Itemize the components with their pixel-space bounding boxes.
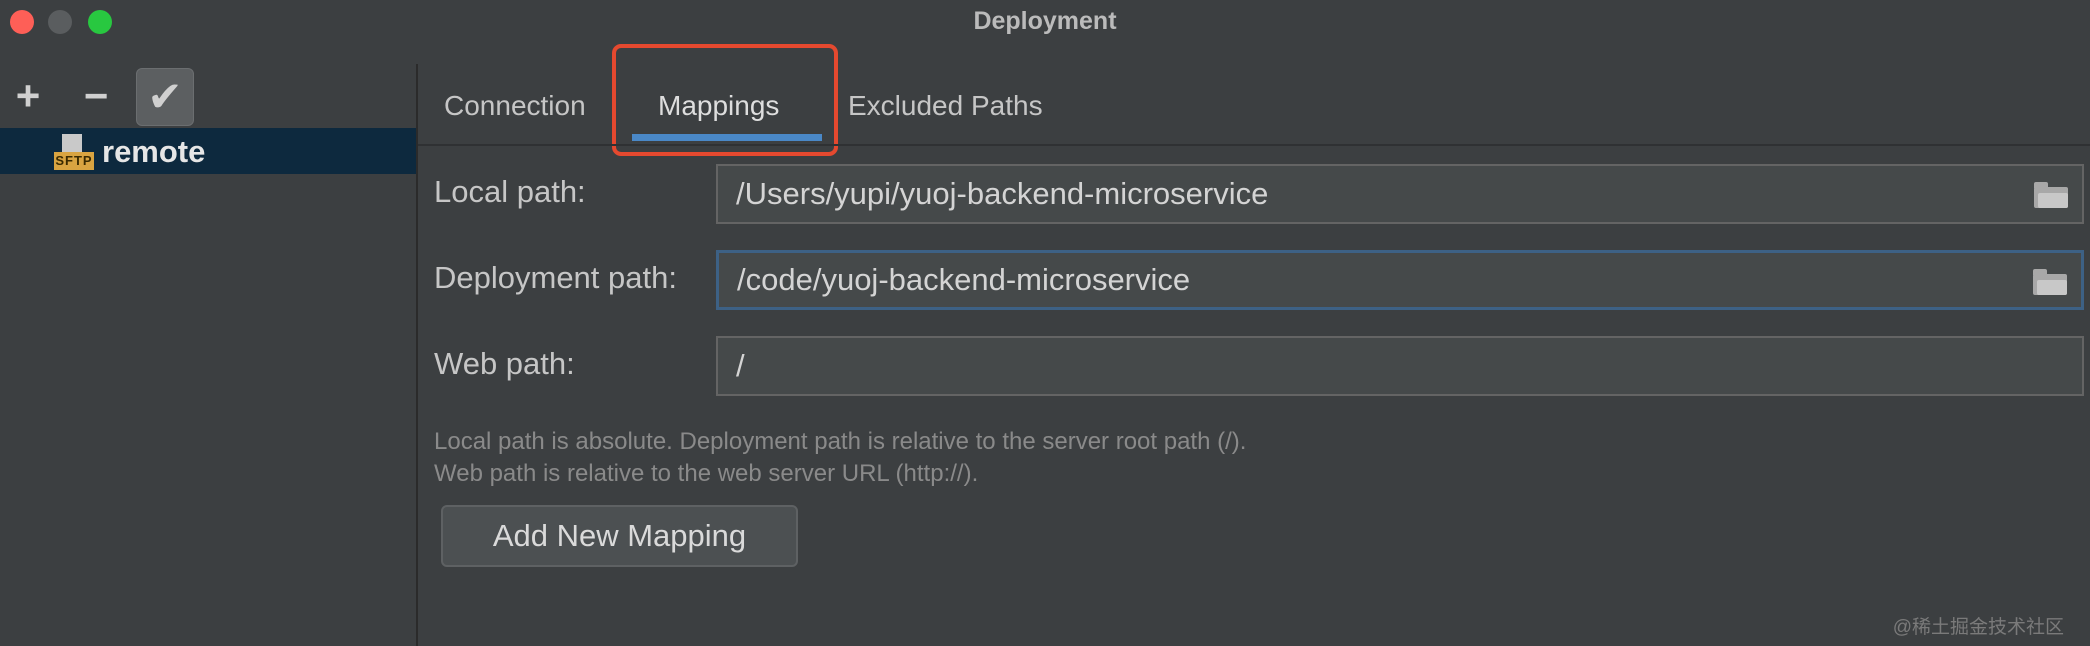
web-path-value: / [736, 348, 745, 383]
server-sidebar: + − ✔ SFTP remote [0, 64, 416, 646]
web-path-label: Web path: [434, 346, 575, 381]
deployment-path-field[interactable]: /code/yuoj-backend-microservice [716, 250, 2084, 310]
sftp-icon-label: SFTP [54, 152, 94, 170]
deployment-window: Deployment + − ✔ SFTP remote Connection … [0, 0, 2090, 646]
title-bar: Deployment [0, 0, 2090, 44]
local-path-value: /Users/yupi/yuoj-backend-microservice [736, 176, 1269, 211]
window-title: Deployment [973, 7, 1117, 35]
remove-server-button[interactable]: − [68, 68, 124, 124]
tab-excluded-paths[interactable]: Excluded Paths [848, 84, 1043, 128]
set-default-server-button[interactable]: ✔ [136, 68, 194, 126]
sidebar-item-remote[interactable]: SFTP remote [0, 128, 416, 174]
browse-folder-icon[interactable] [2034, 182, 2068, 208]
add-new-mapping-button[interactable]: Add New Mapping [441, 505, 798, 567]
tab-connection[interactable]: Connection [444, 84, 586, 128]
sidebar-toolbar: + − ✔ [0, 64, 416, 128]
watermark: @稀土掘金技术社区 [1892, 617, 2064, 638]
mappings-tab-highlight-box [612, 44, 838, 156]
browse-folder-icon[interactable] [2033, 269, 2067, 295]
add-server-button[interactable]: + [0, 68, 56, 124]
local-path-field[interactable]: /Users/yupi/yuoj-backend-microservice [716, 164, 2084, 224]
deployment-path-label: Deployment path: [434, 260, 677, 295]
sftp-icon: SFTP [54, 134, 94, 170]
hint-text-line-1: Local path is absolute. Deployment path … [434, 428, 1247, 455]
web-path-field[interactable]: / [716, 336, 2084, 396]
tab-divider [418, 144, 2090, 146]
local-path-label: Local path: [434, 174, 586, 209]
deployment-path-value: /code/yuoj-backend-microservice [737, 262, 1191, 297]
hint-text-line-2: Web path is relative to the web server U… [434, 460, 979, 487]
sidebar-item-label: remote [102, 134, 206, 169]
sidebar-divider [416, 64, 418, 646]
